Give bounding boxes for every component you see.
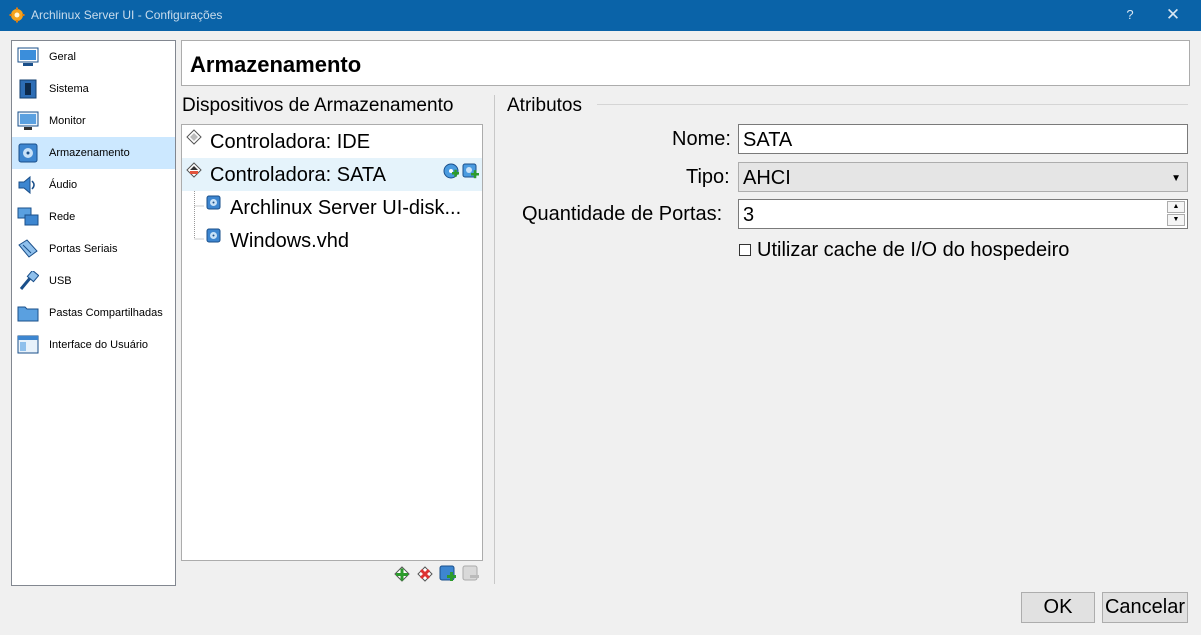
sidebar-item-label: Áudio bbox=[49, 179, 78, 191]
sidebar-item-label: Geral bbox=[49, 51, 76, 63]
sata-controller-icon bbox=[186, 162, 202, 178]
title-bar: Archlinux Server UI - Configurações ? ✕ bbox=[0, 0, 1201, 31]
hard-disk-icon bbox=[206, 228, 221, 243]
type-select-value: AHCI bbox=[743, 167, 791, 189]
settings-sidebar: Geral Sistema Monitor Armazenamento Áudi… bbox=[11, 40, 176, 586]
tree-item-ide-controller[interactable]: Controladora: IDE bbox=[210, 131, 370, 154]
add-hard-disk-icon[interactable] bbox=[462, 163, 479, 180]
ok-button[interactable]: OK bbox=[1021, 592, 1095, 623]
storage-tree[interactable]: Controladora: IDE Controladora: SATA Arc… bbox=[181, 124, 483, 561]
ide-controller-icon bbox=[186, 129, 202, 145]
monitor-icon bbox=[17, 111, 39, 130]
sidebar-item-label: Portas Seriais bbox=[49, 243, 118, 255]
host-io-cache-checkbox[interactable] bbox=[739, 244, 751, 256]
panel-divider[interactable] bbox=[494, 95, 495, 584]
sidebar-item-pastas-compartilhadas[interactable]: Pastas Compartilhadas bbox=[12, 297, 175, 329]
sidebar-item-audio[interactable]: Áudio bbox=[12, 169, 175, 201]
sidebar-item-rede[interactable]: Rede bbox=[12, 201, 175, 233]
spin-up-icon[interactable]: ▲ bbox=[1167, 201, 1185, 213]
sidebar-item-label: Monitor bbox=[49, 115, 86, 127]
name-label: Nome: bbox=[672, 128, 731, 150]
window-title: Archlinux Server UI - Configurações bbox=[31, 8, 223, 22]
cancel-button[interactable]: Cancelar bbox=[1102, 592, 1188, 623]
sidebar-item-geral[interactable]: Geral bbox=[12, 41, 175, 73]
remove-controller-icon[interactable] bbox=[416, 565, 434, 583]
app-gear-icon bbox=[9, 7, 25, 23]
add-attachment-icon[interactable] bbox=[439, 565, 457, 583]
audio-icon bbox=[18, 175, 35, 195]
tree-item-disk-windows[interactable]: Windows.vhd bbox=[230, 230, 349, 253]
remove-attachment-icon[interactable] bbox=[462, 565, 480, 583]
add-optical-drive-icon[interactable] bbox=[443, 163, 460, 180]
serial-ports-icon bbox=[18, 239, 38, 258]
host-io-cache-label[interactable]: Utilizar cache de I/O do hospedeiro bbox=[757, 239, 1069, 262]
sidebar-item-usb[interactable]: USB bbox=[12, 265, 175, 297]
sidebar-item-label: Interface do Usuário bbox=[49, 339, 149, 351]
system-icon bbox=[19, 79, 37, 99]
page-header: Armazenamento bbox=[181, 40, 1190, 86]
storage-devices-heading: Dispositivos de Armazenamento bbox=[182, 95, 454, 116]
sidebar-item-label: USB bbox=[49, 275, 72, 287]
attributes-separator bbox=[597, 104, 1188, 105]
sidebar-item-label: Pastas Compartilhadas bbox=[49, 307, 163, 319]
type-label: Tipo: bbox=[686, 166, 730, 188]
storage-icon bbox=[18, 143, 38, 163]
spin-down-icon[interactable]: ▼ bbox=[1167, 214, 1185, 226]
network-icon bbox=[17, 207, 39, 226]
hard-disk-icon bbox=[206, 195, 221, 210]
page-title: Armazenamento bbox=[190, 52, 362, 77]
port-count-value: 3 bbox=[743, 204, 755, 226]
sidebar-item-interface-usuario[interactable]: Interface do Usuário bbox=[12, 329, 175, 361]
tree-item-sata-controller[interactable]: Controladora: SATA bbox=[210, 164, 386, 187]
sidebar-item-sistema[interactable]: Sistema bbox=[12, 73, 175, 105]
chevron-down-icon: ▼ bbox=[1171, 173, 1181, 184]
type-select[interactable]: AHCI ▼ bbox=[738, 162, 1188, 192]
general-icon bbox=[17, 47, 39, 66]
shared-folders-icon bbox=[17, 306, 39, 322]
spin-buttons: ▲ ▼ bbox=[1167, 201, 1185, 227]
sidebar-item-label: Rede bbox=[49, 211, 76, 223]
help-button[interactable]: ? bbox=[1115, 3, 1145, 27]
user-interface-icon bbox=[17, 335, 39, 354]
sidebar-item-label: Armazenamento bbox=[49, 147, 130, 159]
attributes-heading: Atributos bbox=[507, 95, 582, 116]
usb-icon bbox=[19, 271, 39, 290]
add-controller-icon[interactable] bbox=[393, 565, 411, 583]
name-input[interactable]: SATA bbox=[738, 124, 1188, 154]
port-count-label: Quantidade de Portas: bbox=[522, 203, 723, 225]
sidebar-item-monitor[interactable]: Monitor bbox=[12, 105, 175, 137]
sidebar-item-portas-seriais[interactable]: Portas Seriais bbox=[12, 233, 175, 265]
sidebar-item-label: Sistema bbox=[49, 83, 89, 95]
tree-item-disk-archlinux[interactable]: Archlinux Server UI-disk... bbox=[230, 197, 461, 220]
close-button[interactable]: ✕ bbox=[1158, 3, 1188, 27]
port-count-spinbox[interactable]: 3 ▲ ▼ bbox=[738, 199, 1188, 229]
sidebar-item-armazenamento[interactable]: Armazenamento bbox=[12, 137, 175, 169]
